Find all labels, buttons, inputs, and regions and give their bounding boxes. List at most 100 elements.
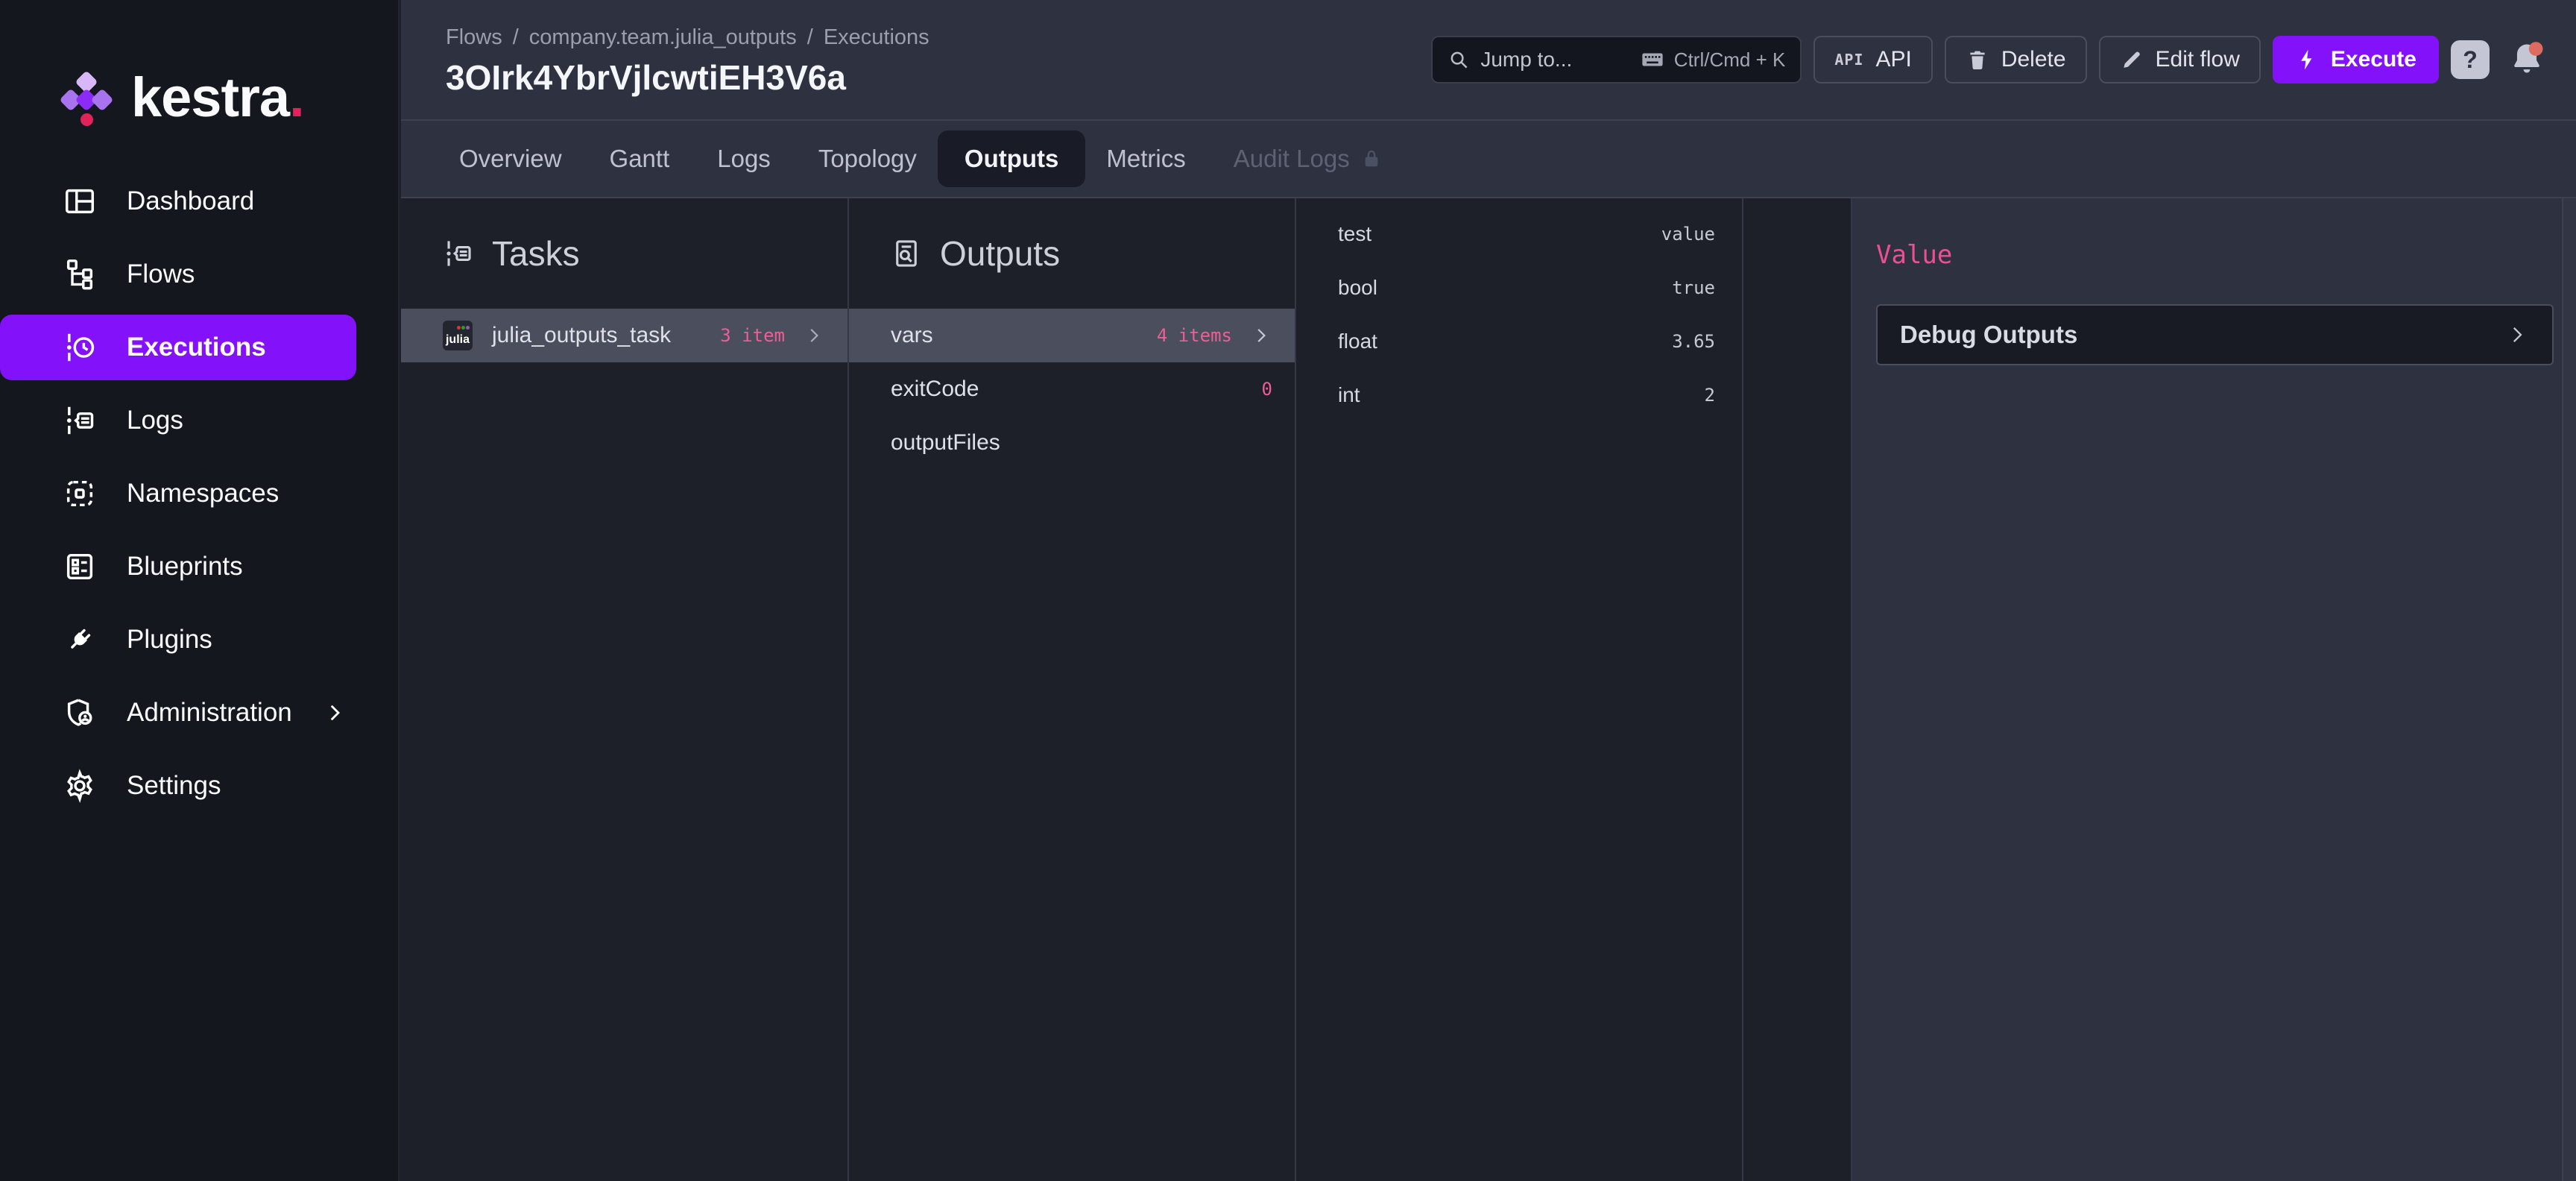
outputs-column: Outputs vars 4 items exitCode 0 outputFi… — [849, 198, 1296, 1181]
trash-icon — [1966, 48, 1989, 72]
tab-topology[interactable]: Topology — [818, 145, 917, 173]
tab-audit-logs[interactable]: Audit Logs — [1234, 145, 1383, 173]
value-panel: Value Debug Outputs — [1852, 198, 2562, 1181]
sidebar-item-blueprints[interactable]: Blueprints — [0, 534, 356, 599]
help-button[interactable]: ? — [2451, 40, 2490, 79]
search-placeholder: Jump to... — [1480, 48, 1572, 72]
sidebar: kestra. Dashboard Flows Executions Logs … — [0, 0, 400, 1181]
lightning-icon — [2295, 48, 2319, 72]
sidebar-item-logs[interactable]: Logs — [0, 388, 356, 453]
breadcrumb-separator: / — [807, 25, 813, 50]
sidebar-item-executions[interactable]: Executions — [0, 315, 356, 380]
logs-icon — [63, 403, 97, 438]
sidebar-item-flows[interactable]: Flows — [0, 242, 356, 307]
outputs-content: Tasks julia julia_outputs_task 3 item Ou… — [401, 198, 2576, 1181]
sidebar-item-dashboard[interactable]: Dashboard — [0, 169, 356, 234]
sidebar-item-plugins[interactable]: Plugins — [0, 607, 356, 673]
vars-column: test value bool true float 3.65 int 2 — [1296, 198, 1743, 1181]
api-icon: API — [1834, 51, 1863, 69]
page-title: 3OIrk4YbrVjlcwtiEH3V6a — [446, 57, 929, 98]
api-button[interactable]: API API — [1813, 36, 1932, 84]
output-row-outputfiles[interactable]: outputFiles — [849, 416, 1295, 470]
julia-logo: julia — [443, 321, 473, 350]
file-search-icon — [891, 238, 922, 269]
topbar: Flows / company.team.julia_outputs / Exe… — [401, 0, 2576, 121]
administration-icon — [63, 696, 97, 730]
tab-outputs[interactable]: Outputs — [938, 130, 1085, 187]
output-key: vars — [891, 323, 933, 348]
output-items-badge: 4 items — [1157, 325, 1232, 346]
executions-icon — [63, 330, 97, 365]
value-panel-title: Value — [1876, 240, 2562, 270]
breadcrumb-separator: / — [513, 25, 519, 50]
var-value: 2 — [1705, 385, 1715, 406]
output-key: outputFiles — [891, 430, 1000, 456]
bell-icon — [2506, 39, 2548, 81]
tab-metrics[interactable]: Metrics — [1106, 145, 1185, 173]
breadcrumb-namespace[interactable]: company.team.julia_outputs — [529, 25, 797, 50]
topbar-actions: Jump to... Ctrl/Cmd + K API API Delete E… — [1431, 36, 2548, 84]
execute-button[interactable]: Execute — [2273, 36, 2439, 84]
empty-column — [1743, 198, 1852, 1181]
tasks-icon — [443, 238, 474, 269]
namespaces-icon — [63, 476, 97, 511]
var-row-float[interactable]: float 3.65 — [1296, 315, 1742, 368]
task-name: julia_outputs_task — [492, 323, 671, 348]
flows-icon — [63, 257, 97, 292]
output-row-vars[interactable]: vars 4 items — [849, 309, 1295, 362]
notification-dot — [2529, 42, 2543, 56]
var-key: bool — [1338, 276, 1377, 300]
delete-button[interactable]: Delete — [1945, 36, 2087, 84]
outputs-header: Outputs — [849, 198, 1295, 309]
scrollbar-track[interactable] — [2562, 198, 2576, 1181]
main-area: Flows / company.team.julia_outputs / Exe… — [401, 0, 2576, 1181]
settings-icon — [63, 769, 97, 803]
output-value-badge: 0 — [1262, 379, 1272, 400]
sidebar-nav: Dashboard Flows Executions Logs Namespac… — [0, 169, 398, 826]
debug-outputs-expander[interactable]: Debug Outputs — [1876, 304, 2554, 365]
var-row-test[interactable]: test value — [1296, 207, 1742, 261]
task-row-julia-outputs-task[interactable]: julia julia_outputs_task 3 item — [401, 309, 847, 362]
output-key: exitCode — [891, 377, 979, 402]
pencil-icon — [2120, 48, 2144, 72]
blueprints-icon — [63, 549, 97, 584]
kestra-logo[interactable]: kestra. — [64, 66, 304, 129]
search-icon — [1448, 48, 1470, 71]
sidebar-item-namespaces[interactable]: Namespaces — [0, 461, 356, 526]
tasks-header: Tasks — [401, 198, 847, 309]
chevron-right-icon — [1250, 324, 1272, 347]
jump-to-search-input[interactable]: Jump to... Ctrl/Cmd + K — [1431, 36, 1802, 84]
var-value: value — [1661, 224, 1715, 245]
sidebar-item-settings[interactable]: Settings — [0, 753, 356, 819]
var-key: float — [1338, 330, 1377, 353]
plugins-icon — [63, 623, 97, 657]
header-titles: Flows / company.team.julia_outputs / Exe… — [446, 22, 929, 98]
edit-flow-button[interactable]: Edit flow — [2099, 36, 2261, 84]
var-row-int[interactable]: int 2 — [1296, 368, 1742, 422]
output-row-exitcode[interactable]: exitCode 0 — [849, 362, 1295, 416]
outputs-title: Outputs — [940, 233, 1060, 274]
dashboard-icon — [63, 184, 97, 218]
kestra-logo-icon — [64, 66, 112, 129]
breadcrumb-flows[interactable]: Flows — [446, 25, 502, 50]
execution-tabs: Overview Gantt Logs Topology Outputs Met… — [401, 121, 2576, 198]
search-shortcut: Ctrl/Cmd + K — [1640, 47, 1786, 72]
tab-gantt[interactable]: Gantt — [610, 145, 670, 173]
kestra-wordmark: kestra. — [131, 66, 304, 129]
chevron-right-icon — [322, 700, 347, 725]
breadcrumb: Flows / company.team.julia_outputs / Exe… — [446, 25, 929, 50]
notifications-button[interactable] — [2506, 39, 2548, 81]
tab-overview[interactable]: Overview — [459, 145, 562, 173]
tab-logs[interactable]: Logs — [717, 145, 771, 173]
breadcrumb-executions[interactable]: Executions — [824, 25, 929, 50]
keyboard-icon — [1640, 47, 1665, 72]
debug-outputs-label: Debug Outputs — [1900, 321, 2077, 349]
chevron-right-icon — [803, 324, 825, 347]
sidebar-item-administration[interactable]: Administration — [0, 680, 356, 746]
tasks-column: Tasks julia julia_outputs_task 3 item — [401, 198, 849, 1181]
var-key: int — [1338, 383, 1360, 407]
tasks-title: Tasks — [492, 233, 580, 274]
var-key: test — [1338, 222, 1371, 246]
lock-icon — [1360, 148, 1383, 170]
var-row-bool[interactable]: bool true — [1296, 261, 1742, 315]
